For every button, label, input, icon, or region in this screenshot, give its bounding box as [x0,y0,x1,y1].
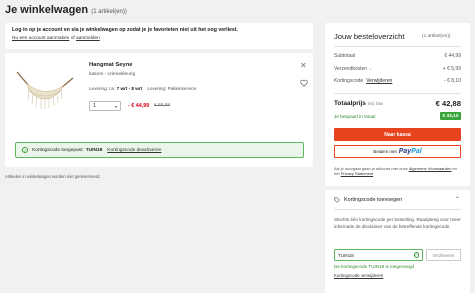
promo-success-text: De kortingscode TUIN18 is toegevoegd [334,264,415,269]
subtotal-label: Subtotaal [334,53,356,59]
checkout-button[interactable]: Naar kassa [334,128,461,141]
coupon-applied-code: TUIN18 [85,147,103,153]
cart-item: Hangmat Seyne katoen - crèmekleurig Leve… [5,53,313,167]
delivery-service: Levering: Pakketservice [147,86,197,91]
order-summary: Jouw besteloverzicht (1 artikel(en)) Sub… [325,23,470,186]
paypal-prefix: Betalen met [373,149,397,154]
promo-info-text: Slechts één kortingscode per bestelling.… [334,217,461,229]
chevron-down-icon[interactable]: ⌵ [369,66,372,71]
promo-title: Kortingscode toevoegen [344,197,403,203]
page-title-text: Je winkelwagen [5,4,89,16]
redeem-button[interactable]: Verzilveren [426,249,461,261]
price-original: € 69,99 [154,103,171,108]
chevron-up-icon[interactable]: ⌃ [455,196,460,203]
heart-icon[interactable] [300,79,308,87]
remove-item-icon[interactable]: ✕ [300,62,307,70]
subtotal-value: € 44,99 [444,53,461,59]
page-title: Je winkelwagen (1 artikel(en)) [5,4,127,16]
divider [334,93,461,94]
login-link[interactable]: aanmelden [76,36,100,41]
hammock-image [16,71,74,109]
check-circle-icon: ✓ [22,147,28,153]
paypal-logo-pal: Pal [411,148,422,155]
discount-label: Kortingscode [334,78,364,84]
promo-input-value: TUIN18 [338,252,354,258]
total-label-text: Totaalprijs [334,100,366,107]
subtotal-row: Subtotaal € 44,99 [334,53,461,59]
saved-label: Je bespaart in totaal [334,114,376,119]
discount-row: Kortingscode Verwijderen - € 8,10 [334,78,461,84]
summary-title: Jouw besteloverzicht (1 artikel(en)) [334,32,451,41]
remove-promo-link[interactable]: Kortingscode verwijderen [334,273,383,278]
product-name[interactable]: Hangmat Seyne [89,62,133,68]
summary-count: (1 artikel(en)) [422,34,451,39]
create-account-link[interactable]: Nu een account aanmaken [12,36,69,41]
delivery-label: Levering: [89,86,108,91]
shipping-label: Verzendkosten [334,66,368,72]
promo-code-input[interactable]: TUIN18 ✓ [334,249,423,261]
terms-link[interactable]: Algemene Voorwaarden [409,166,452,171]
promo-code-panel: Kortingscode toevoegen ⌃ Slechts één kor… [325,190,470,293]
paypal-logo: PayPal [399,148,422,155]
tag-icon [334,197,340,203]
shipping-value: + € 5,99 [442,66,461,72]
paypal-logo-pay: Pay [398,148,412,155]
total-incl-vat: incl. btw [367,101,383,106]
shipping-row: Verzendkosten ⌵ + € 5,99 [334,66,461,72]
quantity-select[interactable]: 1 ▾ [89,101,121,111]
login-notice-links: Nu een account aanmaken of aanmelden [12,36,306,41]
reservation-note: Artikelen in winkelwagen worden niet ger… [5,174,101,179]
login-notice: Log in op je account en sla je winkelwag… [5,23,313,49]
product-variant: katoen - crèmekleurig [89,72,136,77]
coupon-applied-text: Kortingscode toegepast: [32,147,84,153]
divider [334,209,461,210]
delivery-range: 7 wrt - 8 wrt [116,86,143,91]
chevron-down-icon: ▾ [114,103,117,109]
delivery-prefix: ca. [109,86,116,91]
divider [334,46,461,47]
product-delivery: Levering: ca. 7 wrt - 8 wrt Levering: Pa… [89,86,196,91]
coupon-applied-banner: ✓ Kortingscode toegepast: TUIN18 Korting… [15,142,304,158]
check-circle-icon: ✓ [413,252,419,258]
paypal-button[interactable]: Betalen met PayPal [334,145,461,158]
discount-value: - € 8,10 [444,78,461,84]
discount-remove-link[interactable]: Verwijderen [366,78,392,84]
page-title-count: (1 artikel(en)) [91,9,127,15]
summary-title-text: Jouw besteloverzicht [334,32,405,41]
or-text: of [70,36,75,41]
deactivate-coupon-link[interactable]: Kortingscode deactiveren [107,148,161,153]
promo-header[interactable]: Kortingscode toevoegen [334,197,402,203]
privacy-link[interactable]: Privacy Statement [341,171,373,176]
saved-badge: € 33,10 [439,112,461,120]
total-value: € 42,88 [435,99,461,108]
quantity-value: 1 [93,103,96,109]
login-notice-text: Log in op je account en sla je winkelwag… [12,27,238,33]
total-label: Totaalprijs incl. btw [334,100,383,107]
price-current: - € 44,99 [128,103,150,109]
terms-text: Als je doorgaat gaan je akkoord met onze… [334,166,461,176]
